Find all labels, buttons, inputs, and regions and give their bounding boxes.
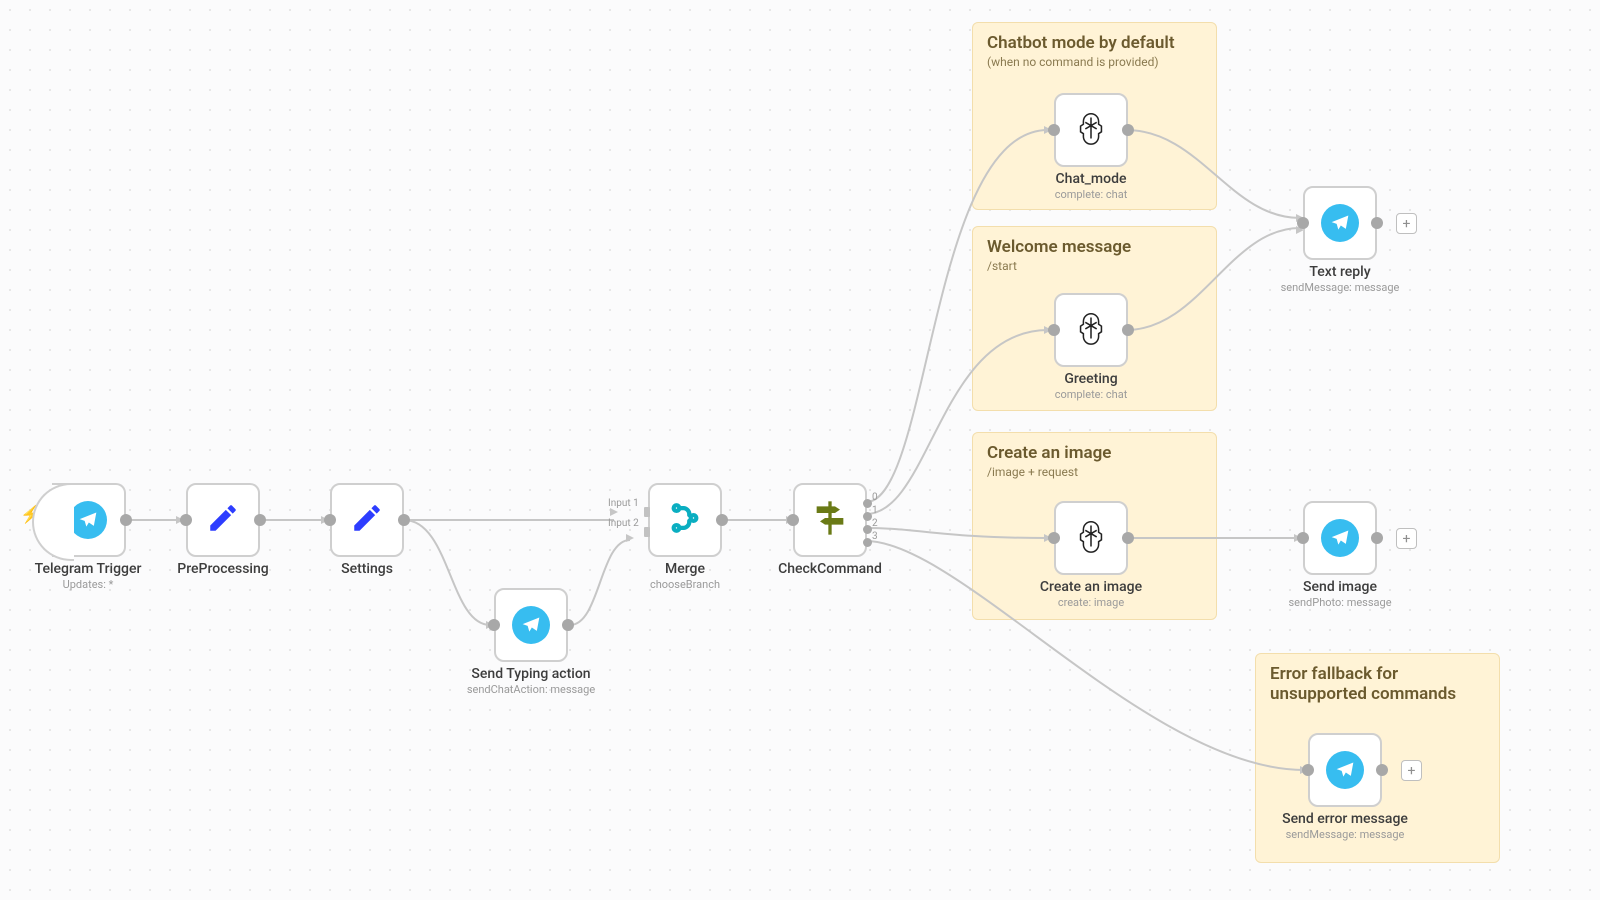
- node-settings[interactable]: Settings: [330, 483, 404, 557]
- node-label: Chat_mode: [1056, 171, 1127, 187]
- node-send-typing[interactable]: Send Typing actionsendChatAction: messag…: [494, 588, 568, 662]
- node-greeting[interactable]: Greetingcomplete: chat: [1054, 293, 1128, 367]
- sticky-subtitle: (when no command is provided): [987, 55, 1202, 69]
- openai-icon: [1072, 109, 1110, 151]
- sticky-title: Error fallback for unsupported commands: [1270, 664, 1485, 704]
- node-label: PreProcessing: [177, 561, 268, 577]
- node-label: Create an image: [1040, 579, 1142, 595]
- node-merge[interactable]: MergechooseBranch: [648, 483, 722, 557]
- pencil-icon: [350, 501, 384, 539]
- node-sublabel: sendPhoto: message: [1288, 596, 1391, 609]
- sticky-title: Chatbot mode by default: [987, 33, 1202, 53]
- node-send-error[interactable]: Send error messagesendMessage: message: [1308, 733, 1382, 807]
- node-preprocessing[interactable]: PreProcessing: [186, 483, 260, 557]
- node-sublabel: sendMessage: message: [1282, 828, 1408, 841]
- node-chat-mode[interactable]: Chat_modecomplete: chat: [1054, 93, 1128, 167]
- node-sublabel: complete: chat: [1055, 388, 1128, 401]
- add-output-button[interactable]: +: [1396, 528, 1417, 549]
- merge-input-label-1: Input 1: [608, 498, 639, 509]
- sticky-title: Create an image: [987, 443, 1202, 463]
- check-output-0: 0: [872, 492, 878, 503]
- openai-icon: [1072, 517, 1110, 559]
- node-sublabel: complete: chat: [1055, 188, 1128, 201]
- node-sublabel: sendChatAction: message: [467, 683, 595, 696]
- telegram-icon: [1321, 519, 1359, 557]
- node-label: Telegram Trigger: [35, 561, 142, 577]
- check-output-2: 2: [872, 518, 878, 529]
- node-label: Send Typing action: [471, 666, 590, 682]
- node-send-image[interactable]: Send imagesendPhoto: message: [1303, 501, 1377, 575]
- pencil-icon: [206, 501, 240, 539]
- sticky-subtitle: /image + request: [987, 465, 1202, 479]
- check-output-3: 3: [872, 531, 878, 542]
- merge-input-label-2: Input 2: [608, 518, 639, 529]
- merge-icon: [668, 501, 702, 539]
- add-output-button[interactable]: +: [1396, 213, 1417, 234]
- telegram-icon: [1326, 751, 1364, 789]
- node-label: Settings: [341, 561, 393, 577]
- node-label: Send error message: [1282, 811, 1408, 827]
- node-create-image[interactable]: Create an imagecreate: image: [1054, 501, 1128, 575]
- sticky-subtitle: /start: [987, 259, 1202, 273]
- node-text-reply[interactable]: Text replysendMessage: message: [1303, 186, 1377, 260]
- telegram-icon: [512, 606, 550, 644]
- node-label: Text reply: [1309, 264, 1370, 280]
- node-label: Send image: [1303, 579, 1377, 595]
- node-label: Merge: [665, 561, 705, 577]
- signpost-icon: [810, 498, 850, 542]
- node-check-command[interactable]: CheckCommand: [793, 483, 867, 557]
- add-output-button[interactable]: +: [1401, 760, 1422, 781]
- sticky-title: Welcome message: [987, 237, 1202, 257]
- node-sublabel: Updates: *: [35, 578, 142, 591]
- telegram-icon: [1321, 204, 1359, 242]
- workflow-canvas[interactable]: Chatbot mode by default (when no command…: [0, 0, 1600, 900]
- node-label: Greeting: [1064, 371, 1117, 387]
- node-sublabel: chooseBranch: [650, 578, 720, 591]
- node-sublabel: sendMessage: message: [1281, 281, 1400, 294]
- openai-icon: [1072, 309, 1110, 351]
- telegram-icon: [69, 501, 107, 539]
- node-label: CheckCommand: [778, 561, 882, 577]
- node-telegram-trigger[interactable]: Telegram TriggerUpdates: *: [52, 483, 126, 557]
- node-sublabel: create: image: [1040, 596, 1142, 609]
- check-output-1: 1: [872, 505, 878, 516]
